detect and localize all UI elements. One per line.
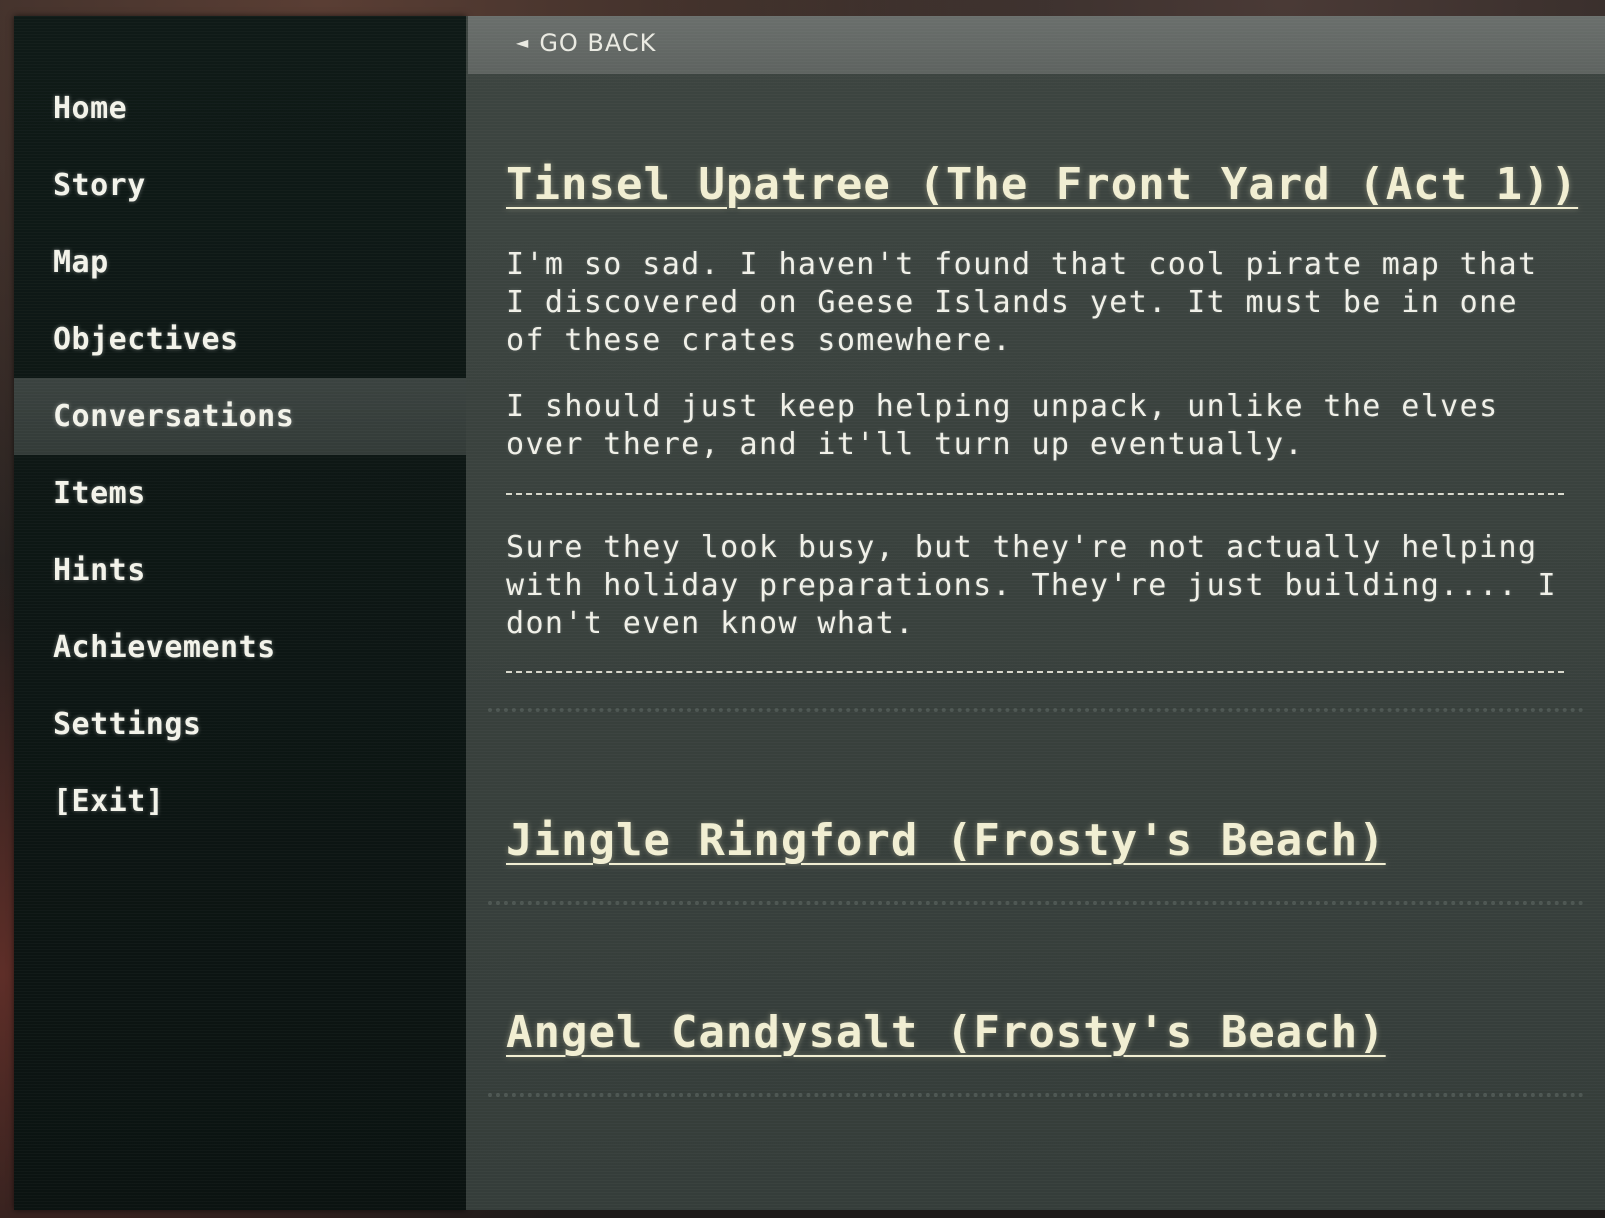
sidebar-item-settings[interactable]: Settings [14,686,466,763]
conversation-paragraph: I should just keep helping unpack, unlik… [506,389,1499,462]
conversation-title-jingle-ringford[interactable]: Jingle Ringford (Frosty's Beach) [506,815,1386,866]
sidebar-item-conversations[interactable]: Conversations [14,378,466,455]
sidebar-item-home[interactable]: Home [14,70,466,147]
dialogue-divider [506,671,1564,673]
top-bar: ◄ GO BACK [468,16,1605,74]
go-back-button[interactable]: ◄ GO BACK [516,29,656,57]
sidebar-item-objectives[interactable]: Objectives [14,301,466,378]
back-arrow-icon: ◄ [516,33,530,52]
conversation-title-angel-candysalt[interactable]: Angel Candysalt (Frosty's Beach) [506,1007,1386,1058]
sidebar-menu: Home Story Map Objectives Conversations … [14,16,466,1210]
sidebar-item-hints[interactable]: Hints [14,532,466,609]
dialogue-divider [506,493,1564,495]
conversations-panel: ◄ GO BACK Tinsel Upatree (The Front Yard … [466,16,1605,1210]
sidebar-item-map[interactable]: Map [14,224,466,301]
conversation-divider [488,1093,1584,1097]
sidebar-item-items[interactable]: Items [14,455,466,532]
conversation-divider [488,708,1584,712]
conversation-title-tinsel-upatree[interactable]: Tinsel Upatree (The Front Yard (Act 1)) [506,159,1578,210]
go-back-label: GO BACK [539,29,657,57]
conversation-paragraph: I'm so sad. I haven't found that cool pi… [506,247,1538,358]
sidebar-item-story[interactable]: Story [14,147,466,224]
sidebar-item-achievements[interactable]: Achievements [14,609,466,686]
conversation-divider [488,901,1584,905]
conversation-paragraph: Sure they look busy, but they're not act… [506,530,1557,641]
nav-list: Home Story Map Objectives Conversations … [14,70,466,840]
sidebar-item-exit[interactable]: [Exit] [14,763,466,840]
